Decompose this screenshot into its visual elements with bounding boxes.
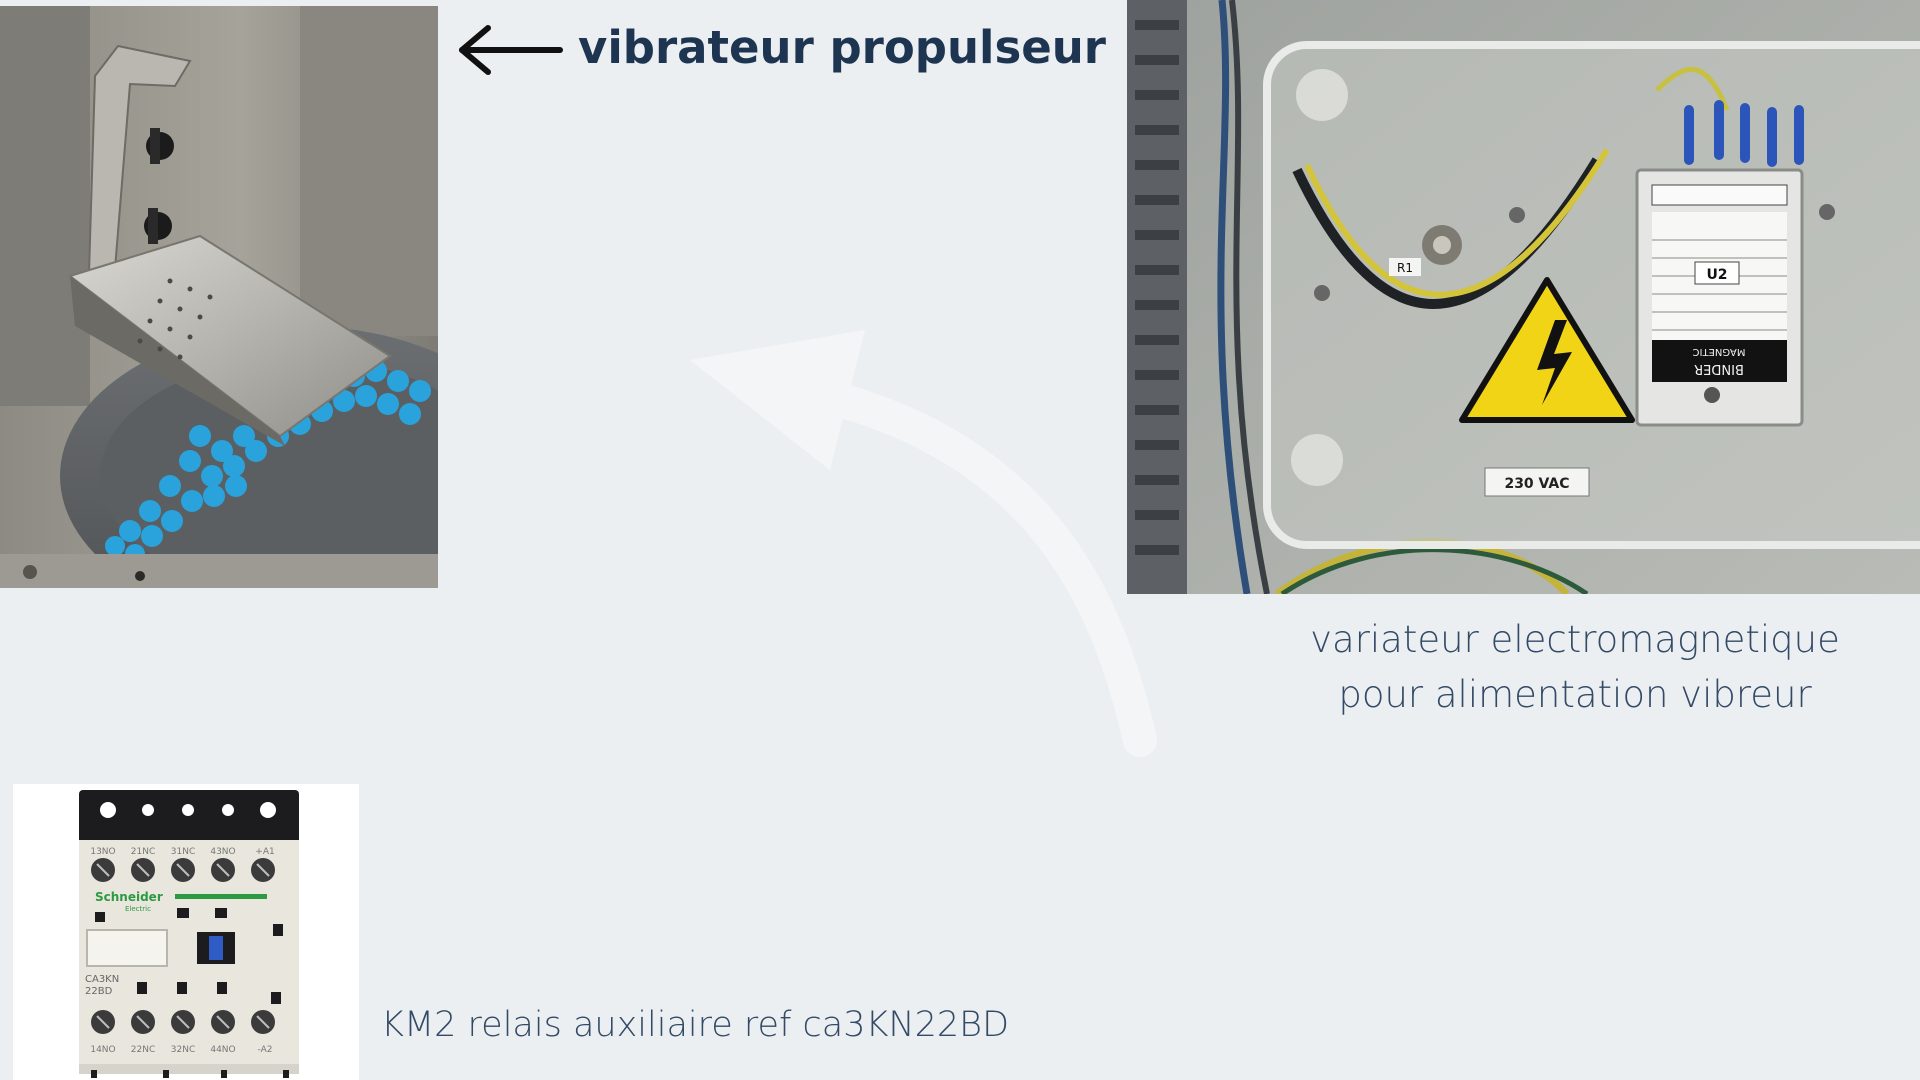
feeder-heading: vibrateur propulseur: [578, 21, 1106, 74]
regulator-caption: variateur electromagnetique pour aliment…: [1255, 612, 1895, 722]
relay-model-line1: CA3KN: [85, 974, 119, 985]
schneider-brand-label: Schneider: [95, 890, 163, 904]
terminal-bottom-5: -A2: [258, 1045, 273, 1055]
slide: vibrateur propulseur R1 U2 BINDER MAGNET…: [0, 0, 1920, 1080]
arrow-left-icon: [452, 22, 564, 78]
regulator-caption-line1: variateur electromagnetique: [1310, 618, 1840, 661]
voltage-label: 230 VAC: [1504, 476, 1569, 492]
r1-label: R1: [1397, 261, 1413, 275]
curved-arrow-icon: [690, 310, 1160, 760]
terminal-bottom-4: 44NO: [210, 1045, 235, 1055]
electromagnetic-regulator-photo: R1 U2 BINDER MAGNETIC 230 VAC: [1127, 0, 1920, 594]
terminal-top-1: 13NO: [90, 847, 115, 857]
terminal-top-4: 43NO: [210, 847, 235, 857]
binder-brand-sub-label: MAGNETIC: [1693, 346, 1746, 357]
u2-label: U2: [1706, 267, 1727, 283]
relay-model-line2: 22BD: [85, 986, 113, 997]
terminal-bottom-3: 32NC: [171, 1045, 195, 1055]
regulator-caption-line2: pour alimentation vibreur: [1338, 673, 1812, 716]
terminal-top-3: 31NC: [171, 847, 195, 857]
binder-brand-label: BINDER: [1694, 361, 1744, 376]
vibratory-feeder-photo: [0, 6, 438, 588]
terminal-top-2: 21NC: [131, 847, 155, 857]
terminal-bottom-2: 22NC: [131, 1045, 155, 1055]
relay-caption: KM2 relais auxiliaire ref ca3KN22BD: [381, 1005, 1010, 1045]
terminal-bottom-1: 14NO: [90, 1045, 115, 1055]
terminal-top-5: +A1: [255, 847, 274, 857]
auxiliary-relay-photo: 13NO 21NC 31NC 43NO +A1 Schneider Electr…: [13, 784, 359, 1080]
schneider-brand-sub-label: Electric: [125, 905, 151, 913]
